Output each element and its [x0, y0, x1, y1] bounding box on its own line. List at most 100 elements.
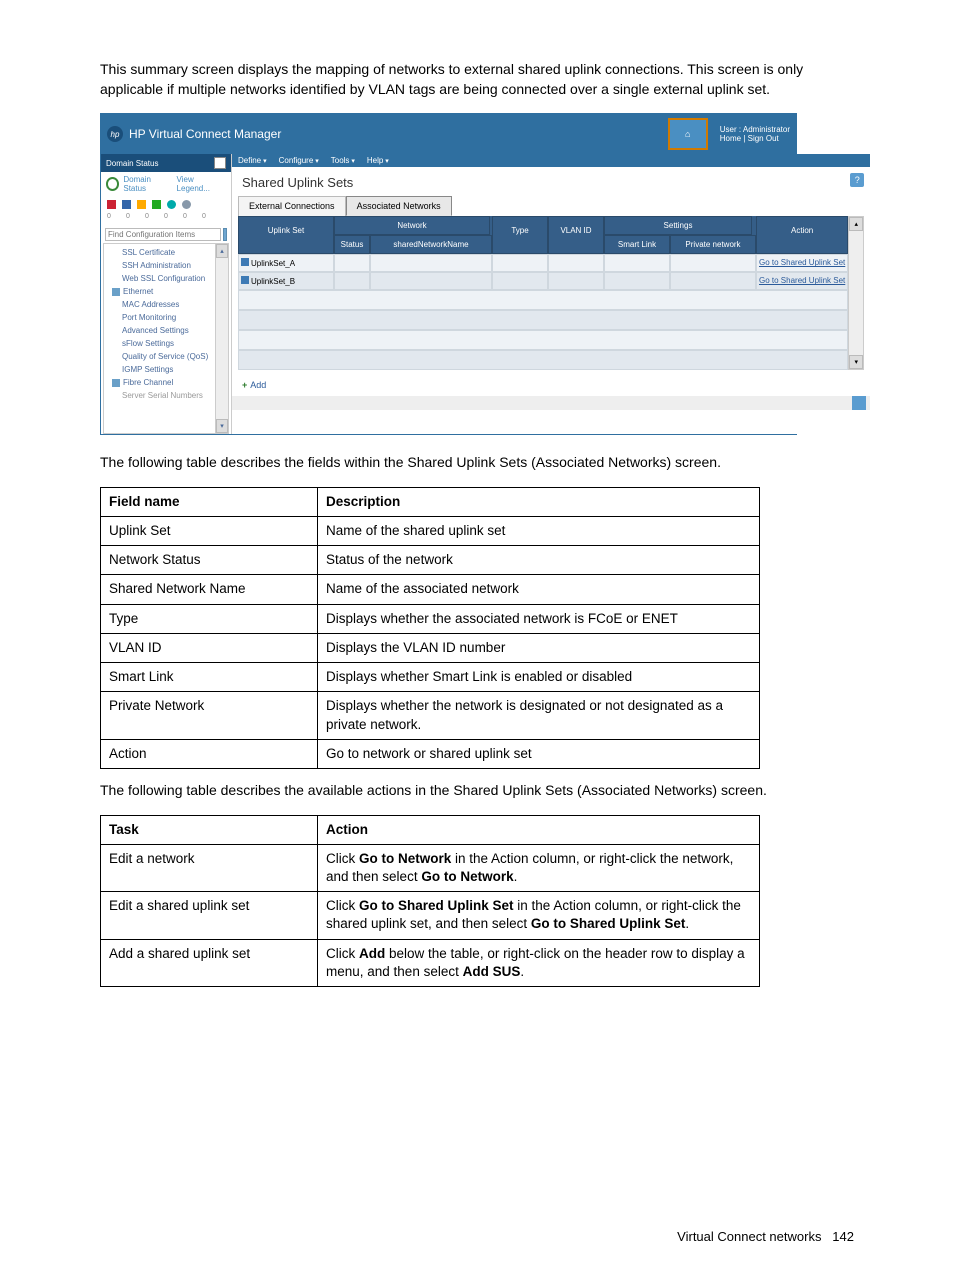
- help-icon[interactable]: ?: [850, 173, 864, 187]
- actions-h2: Action: [318, 815, 760, 844]
- collapse-icon[interactable]: [214, 157, 226, 169]
- domain-status-title: Domain Status: [106, 159, 158, 168]
- scroll-up-icon[interactable]: ▴: [216, 244, 228, 258]
- add-label: Add: [250, 380, 266, 390]
- expand-icon[interactable]: [852, 396, 866, 410]
- table-row: Uplink SetName of the shared uplink set: [101, 517, 760, 546]
- fc-icon: [112, 379, 120, 387]
- col-status: Status: [334, 235, 370, 254]
- info-icon: [182, 200, 191, 209]
- user-label: User : Administrator: [720, 125, 790, 134]
- find-config-input[interactable]: [105, 228, 221, 241]
- hp-logo-icon: hp: [107, 126, 123, 142]
- grid-row-empty: [238, 330, 848, 350]
- row-b-action-link[interactable]: Go to Shared Uplink Set: [759, 276, 845, 285]
- nav-sflow[interactable]: sFlow Settings: [108, 337, 228, 350]
- table-row: Edit a network Click Go to Network in th…: [101, 844, 760, 891]
- col-smart-link: Smart Link: [604, 235, 670, 254]
- menu-define[interactable]: Define: [238, 156, 267, 165]
- nav-ssh-admin[interactable]: SSH Administration: [108, 259, 228, 272]
- vcm-screenshot: hp HP Virtual Connect Manager ⌂ User : A…: [100, 113, 797, 435]
- add-button[interactable]: + Add: [232, 374, 870, 396]
- table2-intro: The following table describes the availa…: [100, 781, 854, 801]
- grid-row-a[interactable]: UplinkSet_A Go to Shared Uplink Set: [238, 254, 848, 272]
- row-icon: [241, 276, 249, 284]
- nav-scrollbar[interactable]: ▴ ▾: [215, 244, 228, 433]
- nav-web-ssl[interactable]: Web SSL Configuration: [108, 272, 228, 285]
- tab-external-connections[interactable]: External Connections: [238, 196, 346, 216]
- col-private-network: Private network: [670, 235, 756, 254]
- col-action: Action: [756, 216, 848, 254]
- nav-serial[interactable]: Server Serial Numbers: [108, 389, 228, 402]
- home-icon[interactable]: ⌂: [668, 118, 708, 150]
- left-sidebar: Domain Status Domain Status View Legend.…: [101, 154, 232, 434]
- grid-scroll-up-icon[interactable]: ▴: [849, 217, 863, 231]
- col-uplink-set: Uplink Set: [238, 216, 334, 254]
- actions-h1: Task: [101, 815, 318, 844]
- table-row: Smart LinkDisplays whether Smart Link is…: [101, 663, 760, 692]
- app-title: HP Virtual Connect Manager: [129, 127, 662, 141]
- uplink-grid: Uplink Set Network Status sharedNetworkN…: [238, 216, 864, 370]
- table-row: Add a shared uplink set Click Add below …: [101, 939, 760, 986]
- home-signout-links[interactable]: Home | Sign Out: [720, 134, 779, 143]
- nav-qos[interactable]: Quality of Service (QoS): [108, 350, 228, 363]
- fields-h1: Field name: [101, 487, 318, 516]
- table-row: TypeDisplays whether the associated netw…: [101, 604, 760, 633]
- grid-scrollbar[interactable]: ▴ ▾: [848, 216, 864, 370]
- table-row: Network StatusStatus of the network: [101, 546, 760, 575]
- col-vlan-id: VLAN ID: [548, 216, 604, 254]
- col-group-settings: Settings: [604, 216, 752, 235]
- user-block: User : Administrator Home | Sign Out: [720, 125, 790, 144]
- menu-help[interactable]: Help: [367, 156, 389, 165]
- domain-status-link[interactable]: Domain Status: [123, 175, 172, 193]
- filter-icon: [122, 200, 131, 209]
- col-group-network: Network: [334, 216, 490, 235]
- nav-ssl-cert[interactable]: SSL Certificate: [108, 246, 228, 259]
- nav-tree: SSL Certificate SSH Administration Web S…: [103, 243, 229, 434]
- table-row: VLAN IDDisplays the VLAN ID number: [101, 633, 760, 662]
- footer-page-number: 142: [832, 1229, 854, 1244]
- grid-header: Uplink Set Network Status sharedNetworkN…: [238, 216, 848, 254]
- nav-adv[interactable]: Advanced Settings: [108, 324, 228, 337]
- fields-table: Field name Description Uplink SetName of…: [100, 487, 760, 769]
- app-titlebar: hp HP Virtual Connect Manager ⌂ User : A…: [101, 114, 796, 154]
- sync-icon: [167, 200, 176, 209]
- nav-igmp[interactable]: IGMP Settings: [108, 363, 228, 376]
- actions-table: Task Action Edit a network Click Go to N…: [100, 815, 760, 988]
- nav-mac[interactable]: MAC Addresses: [108, 298, 228, 311]
- ok-icon: [152, 200, 161, 209]
- nav-port-mon[interactable]: Port Monitoring: [108, 311, 228, 324]
- nav-ethernet[interactable]: Ethernet: [108, 285, 228, 298]
- table-row: Edit a shared uplink set Click Go to Sha…: [101, 892, 760, 939]
- search-go-button[interactable]: [223, 228, 227, 241]
- status-icon-row: [101, 196, 231, 213]
- warning-icon: [137, 200, 146, 209]
- scroll-down-icon[interactable]: ▾: [216, 419, 228, 433]
- page-footer: Virtual Connect networks 142: [100, 999, 854, 1244]
- menu-configure[interactable]: Configure: [279, 156, 319, 165]
- grid-row-empty: [238, 350, 848, 370]
- footer-section: Virtual Connect networks: [677, 1229, 821, 1244]
- menu-bar: Define Configure Tools Help: [232, 154, 870, 167]
- table1-intro: The following table describes the fields…: [100, 453, 854, 473]
- nav-fc[interactable]: Fibre Channel: [108, 376, 228, 389]
- grid-row-empty: [238, 310, 848, 330]
- refresh-icon[interactable]: [106, 177, 119, 191]
- table-row: Private NetworkDisplays whether the netw…: [101, 692, 760, 739]
- intro-paragraph: This summary screen displays the mapping…: [100, 60, 854, 99]
- ethernet-icon: [112, 288, 120, 296]
- grid-row-b[interactable]: UplinkSet_B Go to Shared Uplink Set: [238, 272, 848, 290]
- menu-tools[interactable]: Tools: [331, 156, 355, 165]
- view-legend-link[interactable]: View Legend...: [177, 175, 226, 193]
- row-a-action-link[interactable]: Go to Shared Uplink Set: [759, 258, 845, 267]
- grid-scroll-down-icon[interactable]: ▾: [849, 355, 863, 369]
- row-a-name: UplinkSet_A: [251, 259, 295, 268]
- grid-row-empty: [238, 290, 848, 310]
- error-icon: [107, 200, 116, 209]
- panel-title: Shared Uplink Sets: [232, 167, 870, 196]
- row-b-name: UplinkSet_B: [251, 277, 295, 286]
- main-panel: Define Configure Tools Help ? Shared Upl…: [232, 154, 870, 434]
- tab-associated-networks[interactable]: Associated Networks: [346, 196, 452, 216]
- status-counts: 000000: [101, 213, 231, 226]
- fields-h2: Description: [318, 487, 760, 516]
